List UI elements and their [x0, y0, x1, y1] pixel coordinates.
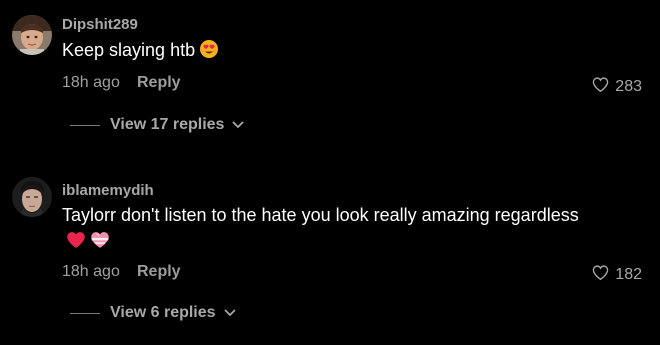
chevron-down-icon — [232, 121, 244, 129]
avatar-image — [12, 177, 52, 217]
reply-button[interactable]: Reply — [137, 263, 181, 281]
heart-outline-icon — [592, 77, 609, 97]
comment-username[interactable]: iblamemydih — [62, 182, 154, 199]
like-count: 283 — [615, 78, 642, 95]
heart-outline-icon — [592, 265, 609, 285]
view-replies-label: View 17 replies — [110, 116, 225, 133]
like-count: 182 — [615, 266, 642, 283]
view-replies-button[interactable]: View 17 replies — [70, 116, 244, 134]
comment-username[interactable]: Dipshit289 — [62, 16, 138, 33]
reply-button[interactable]: Reply — [137, 74, 181, 92]
comment-item: Dipshit289 Keep slaying htb 18h ago Repl… — [0, 0, 660, 150]
comments-panel: Dipshit289 Keep slaying htb 18h ago Repl… — [0, 0, 660, 345]
comment-item: iblamemydih Taylorr don't listen to the … — [0, 150, 660, 345]
chevron-down-icon — [224, 309, 236, 317]
heart-with-ribbon-emoji-icon — [90, 231, 110, 256]
avatar-image — [12, 15, 52, 55]
avatar[interactable] — [12, 15, 52, 55]
view-replies-button[interactable]: View 6 replies — [70, 304, 236, 322]
comment-text: Taylorr don't listen to the hate you loo… — [62, 203, 582, 256]
avatar[interactable] — [12, 177, 52, 217]
comment-text: Keep slaying htb — [62, 38, 582, 66]
comment-text-content: Keep slaying htb — [62, 40, 196, 60]
view-replies-label: View 6 replies — [110, 304, 216, 321]
divider-line — [70, 124, 100, 126]
comment-timestamp: 18h ago — [62, 74, 120, 91]
red-heart-emoji-icon — [66, 231, 86, 256]
comment-text-content: Taylorr don't listen to the hate you loo… — [62, 205, 579, 225]
smiling-heart-eyes-emoji-icon — [199, 39, 219, 66]
divider-line — [70, 312, 100, 314]
like-button[interactable]: 283 — [592, 77, 642, 97]
comment-timestamp: 18h ago — [62, 263, 120, 280]
like-button[interactable]: 182 — [592, 265, 642, 285]
